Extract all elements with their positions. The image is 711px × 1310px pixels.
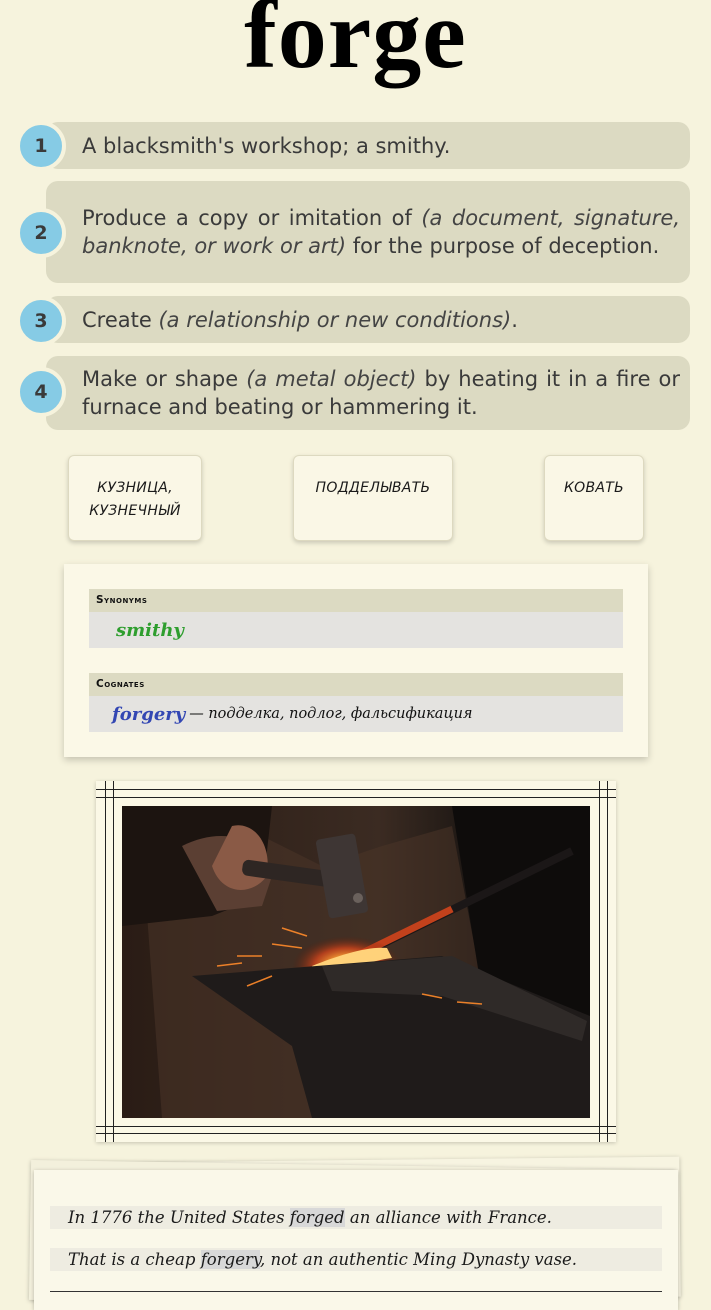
example-2-highlight: forgery [200, 1250, 260, 1269]
definition-4-text: Make or shape (a metal object) by heatin… [82, 367, 680, 419]
cognate-word[interactable]: forgery [112, 704, 185, 725]
example-card [34, 1170, 678, 1310]
definition-number-1: 1 [16, 121, 66, 171]
translation-card-2[interactable]: ПОДДЕЛЫВАТЬ [293, 455, 453, 541]
synonyms-heading: Synonyms [89, 589, 623, 612]
definition-2-text: Produce a copy or imitation of (a docume… [82, 206, 680, 258]
definition-number-3: 3 [16, 296, 66, 346]
definition-3-text: Create (a relationship or new conditions… [82, 307, 518, 332]
example-sentence-2: That is a cheap forgery, not an authenti… [50, 1248, 662, 1271]
example-divider [50, 1291, 662, 1292]
example-sentence-1: In 1776 the United States forged an alli… [50, 1206, 662, 1229]
forge-photo-icon [122, 806, 590, 1118]
definition-number-4: 4 [16, 367, 66, 417]
cognates-heading: Cognates [89, 673, 623, 696]
cognate-translation: — подделка, подлог, фальсификация [189, 706, 473, 722]
definition-1-text: A blacksmith's workshop; a smithy. [82, 133, 451, 158]
definition-4: Make or shape (a metal object) by heatin… [46, 356, 690, 430]
definition-3: Create (a relationship or new conditions… [46, 296, 690, 343]
cognates-row: forgery — подделка, подлог, фальсификаци… [89, 696, 623, 732]
photo-frame [96, 781, 616, 1142]
synonyms-row: smithy [89, 612, 623, 648]
definition-1: A blacksmith's workshop; a smithy. [46, 122, 690, 169]
synonym-word[interactable]: smithy [116, 620, 184, 641]
word-title: forge [244, 0, 467, 89]
example-1-highlight: forged [289, 1208, 345, 1227]
definition-number-2: 2 [16, 208, 66, 258]
blacksmith-hammering-photo [122, 806, 590, 1118]
synonyms-cognates-panel: Synonyms smithy Cognates forgery — подде… [64, 564, 648, 757]
definition-2: Produce a copy or imitation of (a docume… [46, 181, 690, 283]
translation-card-3[interactable]: КОВАТЬ [544, 455, 644, 541]
translation-card-1[interactable]: КУЗНИЦА, КУЗНЕЧНЫЙ [68, 455, 202, 541]
